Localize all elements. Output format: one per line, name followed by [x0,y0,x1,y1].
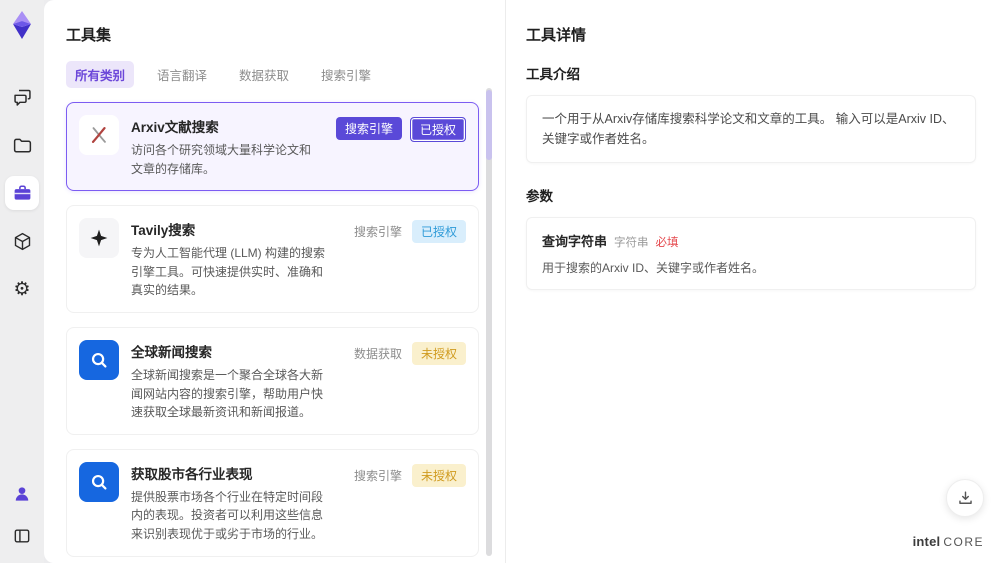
category-badge: 搜索引擎 [353,468,402,483]
tool-badges: 数据获取 未授权 [352,340,466,422]
list-scrollbar[interactable] [486,88,492,556]
auth-status-badge: 未授权 [411,463,466,487]
sidebar: ⚙ [0,0,44,563]
param-description: 用于搜索的Arxiv ID、关键字或作者姓名。 [542,261,765,275]
tool-card-body: 获取股市各行业表现 提供股票市场各个行业在特定时间段内的表现。投资者可以利用这些… [131,462,334,544]
tool-badges: 搜索引擎 未授权 [352,462,466,544]
param-name: 查询字符串 [542,234,608,249]
package-icon[interactable] [5,224,39,258]
category-tab[interactable]: 搜索引擎 [312,61,380,88]
tool-icon [79,339,119,380]
category-badge: 搜索引擎 [335,117,402,140]
list-scrollbar-thumb[interactable] [486,90,492,160]
settings-gear-icon[interactable]: ⚙ [5,272,39,306]
tool-card[interactable]: 全球新闻搜索 全球新闻搜索是一个聚合全球各大新闻网站内容的搜索引擎，帮助用户快速… [66,326,479,435]
tool-description: 提供股票市场各个行业在特定时间段内的表现。投资者可以利用这些信息来识别表现优于或… [131,489,324,541]
category-tabs: 所有类别 语言翻译 数据获取 搜索引擎 [66,61,479,88]
tool-card-body: 全球新闻搜索 全球新闻搜索是一个聚合全球各大新闻网站内容的搜索引擎，帮助用户快速… [131,340,334,422]
tool-badges: 搜索引擎 已授权 [335,115,466,178]
tool-card[interactable]: Tavily搜索 专为人工智能代理 (LLM) 构建的搜索引擎工具。可快速提供实… [66,205,479,313]
tool-card-list: Arxiv文献搜索 访问各个研究领域大量科学论文和文章的存储库。 搜索引擎 已授… [66,102,479,563]
user-avatar-icon[interactable] [5,477,39,511]
tool-icon [79,218,119,259]
app-logo-icon [9,10,35,40]
intel-wordmark: intel [912,534,941,549]
tool-icon [79,461,119,502]
category-badge: 数据获取 [353,346,402,361]
chat-icon[interactable] [5,80,39,114]
auth-status-badge: 已授权 [409,117,466,142]
app-window: ⚙ 工具集 所有类别 语言翻译 数据获取 搜索引擎 Arxiv文献搜索 访问各个… [0,0,1000,563]
category-badge: 搜索引擎 [353,225,402,240]
intel-core-logo: intel CORE [913,534,984,549]
sidebar-nav: ⚙ [5,80,39,306]
tool-list-pane: 工具集 所有类别 语言翻译 数据获取 搜索引擎 Arxiv文献搜索 访问各个研究领域大… [44,0,505,563]
auth-status-badge: 未授权 [411,341,466,365]
category-tab[interactable]: 所有类别 [66,61,135,88]
intro-section-title: 工具介绍 [526,67,580,82]
tool-icon [79,115,119,155]
param-header: 查询字符串 字符串 必填 [542,231,960,250]
detail-title: 工具详情 [526,27,587,44]
collapse-panel-icon[interactable] [5,519,39,553]
tool-intro-text: 一个用于从Arxiv存储库搜索科学论文和文章的工具。 输入可以是Arxiv ID… [526,95,976,163]
param-type: 字符串 [614,237,649,249]
download-button[interactable] [946,479,984,517]
toolbox-icon-active[interactable] [5,176,39,210]
category-tab[interactable]: 语言翻译 [148,61,216,88]
folder-icon[interactable] [5,128,39,162]
auth-status-badge: 已授权 [411,220,466,244]
params-section-title: 参数 [526,189,553,204]
sidebar-bottom [5,477,39,553]
tool-card[interactable]: Arxiv文献搜索 访问各个研究领域大量科学论文和文章的存储库。 搜索引擎 已授… [66,102,479,192]
param-required-badge: 必填 [655,237,679,249]
tool-name: 获取股市各行业表现 [131,466,253,482]
tool-description: 全球新闻搜索是一个聚合全球各大新闻网站内容的搜索引擎，帮助用户快速获取全球最新资… [131,367,324,420]
param-card: 查询字符串 字符串 必填 用于搜索的Arxiv ID、关键字或作者姓名。 [526,217,976,290]
tool-card[interactable]: 获取股市各行业表现 提供股票市场各个行业在特定时间段内的表现。投资者可以利用这些… [66,448,479,557]
tool-description: 访问各个研究领域大量科学论文和文章的存储库。 [131,143,312,176]
tool-badges: 搜索引擎 已授权 [352,218,466,300]
main-content: 工具集 所有类别 语言翻译 数据获取 搜索引擎 Arxiv文献搜索 访问各个研究领域大… [44,0,1000,563]
core-wordmark: CORE [943,535,984,549]
tool-name: 全球新闻搜索 [131,344,212,360]
category-tab[interactable]: 数据获取 [230,61,298,88]
tool-name: Arxiv文献搜索 [131,120,219,135]
page-title: 工具集 [66,27,112,44]
tool-card-body: Tavily搜索 专为人工智能代理 (LLM) 构建的搜索引擎工具。可快速提供实… [131,218,334,300]
tool-card-body: Arxiv文献搜索 访问各个研究领域大量科学论文和文章的存储库。 [131,115,318,178]
tool-description: 专为人工智能代理 (LLM) 构建的搜索引擎工具。可快速提供实时、准确和真实的结… [131,246,326,298]
tool-detail-pane: 工具详情 工具介绍 一个用于从Arxiv存储库搜索科学论文和文章的工具。 输入可… [505,0,1000,563]
tool-name: Tavily搜索 [131,223,196,239]
